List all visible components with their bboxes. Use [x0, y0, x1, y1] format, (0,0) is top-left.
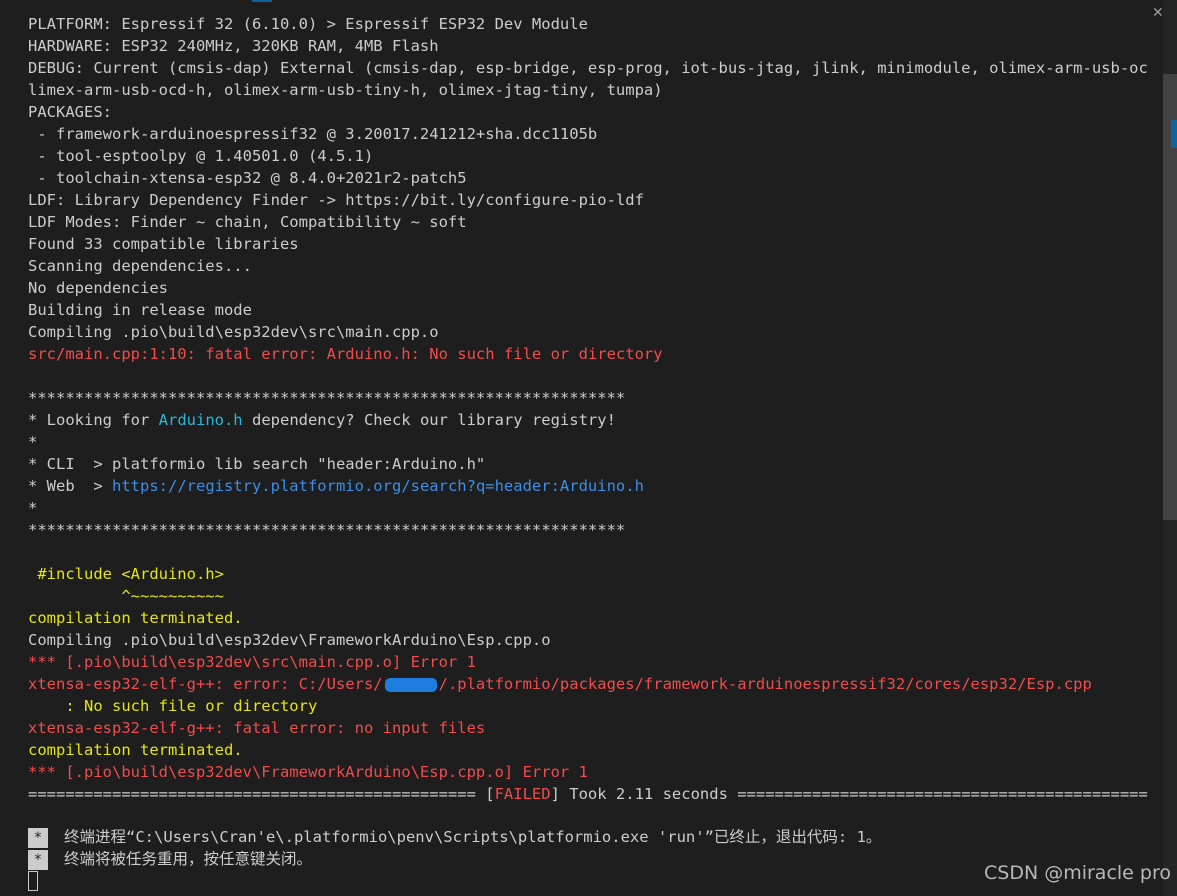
- terminal-text: #include <Arduino.h>: [28, 565, 224, 583]
- terminal-text: dependency? Check our library registry!: [242, 411, 616, 429]
- terminal-text: /.platformio/packages/framework-arduinoe…: [438, 675, 1092, 693]
- terminal-text: PLATFORM: Espressif 32 (6.10.0) > Espres…: [28, 15, 588, 33]
- watermark: CSDN @miracle pro: [984, 862, 1171, 884]
- terminal-line: - framework-arduinoespressif32 @ 3.20017…: [28, 123, 1148, 145]
- terminal-link[interactable]: https://registry.platformio.org/search?q…: [112, 477, 644, 495]
- terminal-text: compilation terminated.: [28, 609, 243, 627]
- terminal-line: Scanning dependencies...: [28, 255, 1148, 277]
- terminal-line: HARDWARE: ESP32 240MHz, 320KB RAM, 4MB F…: [28, 35, 1148, 57]
- terminal-line: No dependencies: [28, 277, 1148, 299]
- terminal-line: xtensa-esp32-elf-g++: fatal error: no in…: [28, 717, 1148, 739]
- terminal-text: * CLI > platformio lib search "header:Ar…: [28, 455, 486, 473]
- terminal-text: Arduino.h: [158, 411, 243, 429]
- terminal-line: *: [28, 431, 1148, 453]
- terminal-text: ^~~~~~~~~~~: [28, 587, 224, 605]
- terminal-line: ========================================…: [28, 783, 1148, 805]
- terminal-text: DEBUG: Current (cmsis-dap) External (cms…: [28, 59, 1148, 77]
- redacted-username: [384, 677, 437, 692]
- task-message: * 终端进程“C:\Users\Cran'e\.platformio\penv\S…: [28, 826, 881, 870]
- terminal-line: Found 33 compatible libraries: [28, 233, 1148, 255]
- terminal-line: - toolchain-xtensa-esp32 @ 8.4.0+2021r2-…: [28, 167, 1148, 189]
- terminal-text: xtensa-esp32-elf-g++: fatal error: no in…: [28, 719, 486, 737]
- terminal-line: * Looking for Arduino.h dependency? Chec…: [28, 409, 1148, 431]
- terminal-text: - tool-esptoolpy @ 1.40501.0 (4.5.1): [28, 147, 374, 165]
- terminal-text: ****************************************…: [28, 521, 626, 539]
- terminal-line: * Web > https://registry.platformio.org/…: [28, 475, 1148, 497]
- terminal-line: Compiling .pio\build\esp32dev\src\main.c…: [28, 321, 1148, 343]
- terminal-line: - tool-esptoolpy @ 1.40501.0 (4.5.1): [28, 145, 1148, 167]
- terminal-text: LDF: Library Dependency Finder -> https:…: [28, 191, 644, 209]
- terminal-text: - framework-arduinoespressif32 @ 3.20017…: [28, 125, 598, 143]
- terminal-line: DEBUG: Current (cmsis-dap) External (cms…: [28, 57, 1148, 79]
- terminal-line: PACKAGES:: [28, 101, 1148, 123]
- terminal-line: LDF: Library Dependency Finder -> https:…: [28, 189, 1148, 211]
- terminal-text: ] Took 2.11 seconds ====================…: [550, 785, 1148, 803]
- terminal-line: ^~~~~~~~~~~: [28, 585, 1148, 607]
- terminal-text: *: [28, 433, 38, 451]
- terminal-line: Building in release mode: [28, 299, 1148, 321]
- terminal-line: * CLI > platformio lib search "header:Ar…: [28, 453, 1148, 475]
- terminal-text: LDF Modes: Finder ~ chain, Compatibility…: [28, 213, 467, 231]
- terminal-text: * Web >: [28, 477, 112, 495]
- terminal-line: ****************************************…: [28, 519, 1148, 541]
- terminal-line: LDF Modes: Finder ~ chain, Compatibility…: [28, 211, 1148, 233]
- vertical-scrollbar[interactable]: [1163, 0, 1177, 896]
- terminal-line: limex-arm-usb-ocd-h, olimex-arm-usb-tiny…: [28, 79, 1148, 101]
- terminal-line: PLATFORM: Espressif 32 (6.10.0) > Espres…: [28, 13, 1148, 35]
- terminal-text: Building in release mode: [28, 301, 252, 319]
- scrollbar-marker: [1171, 120, 1177, 148]
- terminal-text: compilation terminated.: [28, 741, 243, 759]
- terminal-text: limex-arm-usb-ocd-h, olimex-arm-usb-tiny…: [28, 81, 663, 99]
- terminal-line: xtensa-esp32-elf-g++: error: C:/Users/ /.…: [28, 673, 1148, 695]
- terminal-text: HARDWARE: ESP32 240MHz, 320KB RAM, 4MB F…: [28, 37, 439, 55]
- task-reuse-text: 终端将被任务重用，按任意键关闭。: [64, 850, 313, 868]
- terminal-text: *** [.pio\build\esp32dev\FrameworkArduin…: [28, 763, 588, 781]
- terminal-cursor: [28, 871, 38, 891]
- terminal-text: ========================================…: [28, 785, 495, 803]
- terminal-text: ****************************************…: [28, 389, 626, 407]
- task-reuse-line: * 终端将被任务重用，按任意键关闭。: [28, 848, 881, 870]
- task-marker-icon: *: [28, 849, 48, 870]
- terminal-line: *: [28, 497, 1148, 519]
- panel-tab-indicator: [252, 0, 272, 2]
- terminal-text: Scanning dependencies...: [28, 257, 252, 275]
- terminal-line: : No such file or directory: [28, 695, 1148, 717]
- terminal-text: xtensa-esp32-elf-g++: error: C:/Users/: [28, 675, 383, 693]
- terminal-text: FAILED: [494, 785, 551, 803]
- terminal-text: src/main.cpp:1:10: fatal error: Arduino.…: [28, 345, 663, 363]
- task-exit-line: * 终端进程“C:\Users\Cran'e\.platformio\penv\S…: [28, 826, 881, 848]
- terminal-line: src/main.cpp:1:10: fatal error: Arduino.…: [28, 343, 1148, 365]
- terminal-text: : No such file or directory: [28, 697, 318, 715]
- task-exit-text: 终端进程“C:\Users\Cran'e\.platformio\penv\Sc…: [64, 828, 882, 846]
- terminal-text: Compiling .pio\build\esp32dev\src\main.c…: [28, 323, 439, 341]
- terminal-line: #include <Arduino.h>: [28, 563, 1148, 585]
- terminal-text: Compiling .pio\build\esp32dev\FrameworkA…: [28, 631, 551, 649]
- terminal-text: *** [.pio\build\esp32dev\src\main.cpp.o]…: [28, 653, 476, 671]
- terminal-text: *: [28, 499, 38, 517]
- terminal-output[interactable]: PLATFORM: Espressif 32 (6.10.0) > Espres…: [28, 13, 1148, 805]
- terminal-line: ****************************************…: [28, 387, 1148, 409]
- terminal-text: No dependencies: [28, 279, 168, 297]
- terminal-line: compilation terminated.: [28, 607, 1148, 629]
- terminal-text: Found 33 compatible libraries: [28, 235, 299, 253]
- terminal-line: compilation terminated.: [28, 739, 1148, 761]
- terminal-line: *** [.pio\build\esp32dev\FrameworkArduin…: [28, 761, 1148, 783]
- terminal-line: *** [.pio\build\esp32dev\src\main.cpp.o]…: [28, 651, 1148, 673]
- terminal-text: * Looking for: [28, 411, 159, 429]
- task-marker-icon: *: [28, 827, 48, 848]
- terminal-line: Compiling .pio\build\esp32dev\FrameworkA…: [28, 629, 1148, 651]
- terminal-text: - toolchain-xtensa-esp32 @ 8.4.0+2021r2-…: [28, 169, 467, 187]
- terminal-text: PACKAGES:: [28, 103, 112, 121]
